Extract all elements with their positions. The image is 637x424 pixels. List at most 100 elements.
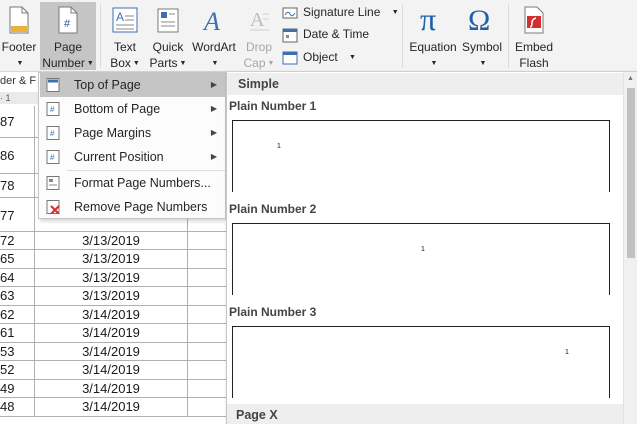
chevron-down-icon: ▼: [267, 59, 275, 67]
date-time-button[interactable]: Date & Time: [282, 24, 369, 44]
page-number-preview: 1: [565, 349, 569, 356]
insert-ribbon: Footer ▼ # Page Number ▼ A Text Box ▼ Quick Pa…: [0, 0, 637, 72]
table-row: 49 3/14/2019: [0, 380, 230, 398]
calendar-icon: [282, 28, 298, 43]
menu-item-page-margins[interactable]: # Page Margins ▶: [40, 121, 225, 145]
table-row: 48 3/14/2019: [0, 398, 230, 417]
object-icon: [282, 51, 298, 65]
equation-button[interactable]: π Equation ▼: [406, 1, 460, 70]
svg-text:#: #: [50, 105, 55, 114]
gallery-scrollbar[interactable]: ▲: [623, 72, 637, 424]
svg-text:π: π: [420, 2, 436, 34]
menu-item-current-position[interactable]: # Current Position ▶: [40, 145, 225, 169]
wordart-button[interactable]: A WordArt ▼: [190, 2, 238, 70]
chevron-down-icon: ▼: [211, 59, 219, 67]
group-separator: [508, 4, 509, 68]
menu-item-format-page-numbers[interactable]: Format Page Numbers...: [40, 171, 225, 195]
table-row: 64 3/13/2019: [0, 269, 230, 287]
page-number-menu: Top of Page ▶ # Bottom of Page ▶ # Page …: [38, 72, 226, 219]
header-footer-group-label: der & F: [0, 75, 37, 87]
flash-file-icon: [523, 6, 545, 38]
scroll-up-icon[interactable]: ▲: [627, 75, 634, 82]
svg-text:Ω: Ω: [468, 4, 490, 34]
date-time-label: Date & Time: [303, 27, 370, 41]
gallery-section-header: Simple: [227, 73, 623, 95]
table-row: 72 3/13/2019: [0, 232, 230, 250]
chevron-down-icon: ▼: [179, 59, 187, 67]
equation-label: Equation: [409, 40, 457, 54]
menu-item-label: Current Position: [74, 150, 164, 164]
drop-cap-icon: A: [247, 6, 271, 38]
format-page-numbers-icon: [46, 176, 60, 190]
gallery-item-plain-number-1[interactable]: 1: [232, 120, 610, 192]
menu-item-label: Format Page Numbers...: [74, 176, 211, 190]
chevron-down-icon: ▼: [430, 59, 438, 67]
current-position-icon: #: [46, 150, 60, 164]
gallery-item-plain-number-3[interactable]: 1: [232, 326, 610, 398]
embed-flash-button[interactable]: Embed Flash: [512, 2, 556, 70]
chevron-right-icon: ▶: [210, 80, 217, 89]
drop-cap-label-2: Cap: [243, 56, 266, 70]
svg-text:A: A: [250, 9, 265, 31]
wordart-label: WordArt: [192, 40, 236, 54]
gallery-section-header: Page X: [227, 404, 623, 424]
svg-text:#: #: [50, 153, 55, 162]
page-margins-icon: #: [46, 126, 60, 140]
chevron-down-icon: ▼: [132, 59, 140, 67]
menu-item-label: Page Margins: [74, 126, 152, 140]
chevron-down-icon: ▼: [16, 59, 24, 67]
group-separator: [100, 4, 101, 68]
wordart-icon: A: [201, 6, 227, 38]
quick-parts-label-2: Parts: [149, 56, 178, 70]
menu-item-remove-page-numbers[interactable]: Remove Page Numbers: [40, 195, 225, 219]
scrollbar-thumb[interactable]: [627, 88, 635, 258]
menu-item-bottom-of-page[interactable]: # Bottom of Page ▶: [40, 97, 225, 121]
page-top-icon: [46, 78, 60, 92]
quick-parts-icon: [156, 6, 180, 38]
chevron-down-icon: ▼: [349, 53, 356, 61]
signature-line-button[interactable]: Signature Line ▼: [282, 2, 399, 22]
gallery-item-plain-number-2[interactable]: 1: [232, 223, 610, 295]
text-box-icon: A: [112, 6, 138, 38]
embed-flash-label-1: Embed: [514, 40, 554, 54]
group-separator: [402, 4, 403, 68]
text-box-button[interactable]: A Text Box ▼: [104, 2, 146, 70]
page-number-label-1: Page: [53, 40, 83, 54]
menu-item-label: Remove Page Numbers: [74, 200, 208, 214]
page-number-preview: 1: [277, 143, 281, 150]
table-row: 52 3/14/2019: [0, 361, 230, 380]
page-number-preview: 1: [421, 246, 425, 253]
top-of-page-gallery: Simple Plain Number 1 1 Plain Number 2 1…: [226, 72, 637, 424]
remove-page-numbers-icon: [46, 200, 60, 214]
chevron-down-icon: ▼: [86, 59, 94, 67]
footer-icon: [8, 6, 30, 38]
signature-line-icon: [282, 7, 298, 19]
menu-item-top-of-page[interactable]: Top of Page ▶: [40, 73, 225, 97]
symbol-button[interactable]: Ω Symbol ▼: [460, 2, 504, 70]
word-window: Footer ▼ # Page Number ▼ A Text Box ▼ Quick Pa…: [0, 0, 637, 424]
omega-icon: Ω: [467, 2, 497, 38]
gallery-item-title: Plain Number 3: [229, 305, 317, 319]
svg-text:#: #: [50, 129, 55, 138]
chevron-right-icon: ▶: [210, 152, 217, 161]
object-button[interactable]: Object ▼: [282, 47, 356, 67]
page-number-label-2: Number: [42, 56, 85, 70]
object-label: Object: [303, 50, 338, 64]
quick-parts-button[interactable]: Quick Parts ▼: [148, 2, 188, 70]
page-bottom-icon: #: [46, 102, 60, 116]
drop-cap-button[interactable]: A Drop Cap ▼: [240, 2, 278, 70]
page-number-icon: #: [57, 6, 79, 38]
text-box-label-1: Text: [113, 40, 136, 54]
ruler: · 1: [0, 92, 40, 104]
footer-button[interactable]: Footer ▼: [0, 2, 38, 70]
table-row: 63 3/13/2019: [0, 287, 230, 306]
symbol-label: Symbol: [461, 40, 502, 54]
table-row: 53 3/14/2019: [0, 343, 230, 361]
table-row: 62 3/14/2019: [0, 306, 230, 324]
chevron-right-icon: ▶: [210, 128, 217, 137]
page-number-button[interactable]: # Page Number ▼: [40, 2, 96, 70]
chevron-down-icon: ▼: [479, 59, 487, 67]
menu-item-label: Top of Page: [74, 78, 141, 92]
quick-parts-label-1: Quick: [152, 40, 184, 54]
gallery-item-title: Plain Number 2: [229, 202, 317, 216]
